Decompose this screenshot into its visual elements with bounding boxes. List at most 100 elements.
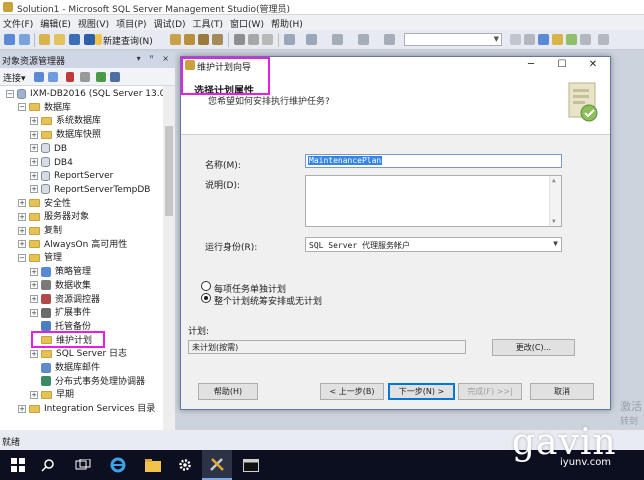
expand-icon[interactable]: + <box>30 308 38 317</box>
run-as-select[interactable]: SQL Server 代理服务帐户 ▼ <box>305 237 562 252</box>
expand-icon[interactable]: + <box>18 240 26 249</box>
expand-icon[interactable]: + <box>18 212 26 221</box>
menu-window[interactable]: 窗口(W) <box>227 15 268 30</box>
tree-node[interactable]: + DB <box>30 143 67 156</box>
description-scrollbar[interactable]: ▲ ▼ <box>549 176 561 226</box>
help-button[interactable]: 帮助(H) <box>198 383 258 400</box>
scrollbar-thumb[interactable] <box>165 126 173 216</box>
tree-node[interactable]: − IXM-DB2016 (SQL Server 13.0.4 <box>6 88 163 101</box>
tree-node[interactable]: + 复制 <box>18 225 62 238</box>
tree-node[interactable]: + 服务器对象 <box>18 211 89 224</box>
minimize-icon[interactable]: ─ <box>519 58 543 72</box>
menu-project[interactable]: 项目(P) <box>113 15 150 30</box>
collapse-icon[interactable]: − <box>18 253 26 262</box>
expand-icon[interactable]: + <box>30 349 38 358</box>
next-button[interactable]: 下一步(N) > <box>388 383 455 400</box>
taskbar-ie[interactable] <box>103 450 133 480</box>
expand-icon[interactable]: + <box>30 185 38 194</box>
tree-node[interactable]: + ReportServerTempDB <box>30 184 150 197</box>
expand-icon[interactable]: + <box>30 144 38 153</box>
menu-help[interactable]: 帮助(H) <box>268 15 307 30</box>
cut-icon[interactable] <box>234 34 245 45</box>
object-explorer-scrollbar[interactable] <box>163 86 175 430</box>
cancel-button[interactable]: 取消 <box>530 383 594 400</box>
close-icon[interactable]: ✕ <box>581 58 605 72</box>
back-button[interactable]: < 上一步(B) <box>320 383 384 400</box>
collapse-icon[interactable]: − <box>18 103 26 112</box>
expand-icon[interactable]: + <box>30 295 38 303</box>
plan-name-field[interactable]: MaintenancePlan <box>305 154 562 168</box>
connect-button[interactable]: 连接▾ <box>3 71 26 84</box>
menu-debug[interactable]: 调试(D) <box>151 15 190 30</box>
options-icon[interactable] <box>580 34 591 45</box>
open-folder-icon[interactable] <box>54 34 65 45</box>
menu-file[interactable]: 文件(F) <box>0 15 37 30</box>
navigate-icon[interactable] <box>332 34 343 45</box>
back-nav-icon[interactable] <box>4 34 15 45</box>
tree-node[interactable]: + 安全性 <box>18 198 71 211</box>
tree-node[interactable]: + SQL Server 日志 <box>30 348 127 361</box>
scroll-up-icon[interactable]: ▲ <box>552 177 556 184</box>
taskbar-file-explorer[interactable] <box>138 450 168 480</box>
tree-node[interactable]: + 数据库快照 <box>30 129 101 142</box>
collapse-icon[interactable]: − <box>6 89 14 98</box>
expand-icon[interactable]: + <box>30 267 38 276</box>
save-icon[interactable] <box>69 34 80 45</box>
forward-nav-icon[interactable] <box>19 34 30 45</box>
tree-node[interactable]: + 系统数据库 <box>30 115 101 128</box>
tree-node[interactable]: + 早期 <box>30 389 74 402</box>
panel-pin-close-icons[interactable]: ▾ ꟸ × <box>137 54 172 63</box>
xmla-query-icon[interactable] <box>212 34 223 45</box>
filter-icon[interactable] <box>80 72 90 82</box>
task-view-button[interactable] <box>68 450 98 480</box>
tree-node[interactable]: + 数据收集 <box>30 280 91 293</box>
expand-icon[interactable]: + <box>30 171 38 180</box>
scroll-down-icon[interactable]: ▼ <box>552 218 556 225</box>
menu-edit[interactable]: 编辑(E) <box>37 15 75 30</box>
redo-icon[interactable] <box>306 34 317 45</box>
db-query-icon[interactable] <box>170 34 181 45</box>
tree-node[interactable]: + 资源调控器 <box>30 294 100 307</box>
toolbox-icon[interactable] <box>552 34 563 45</box>
connect-db-icon[interactable] <box>48 72 58 82</box>
tree-node[interactable]: 分布式事务处理协调器 <box>30 376 145 389</box>
tree-node[interactable]: − 管理 <box>18 252 62 265</box>
expand-icon[interactable]: + <box>30 281 38 290</box>
expand-icon[interactable]: + <box>30 390 38 399</box>
find-icon[interactable] <box>510 34 521 45</box>
tree-node[interactable]: + 策略管理 <box>30 266 91 279</box>
solution-config-combo[interactable]: ▼ <box>404 33 502 46</box>
tree-node[interactable]: + DB4 <box>30 157 73 170</box>
expand-icon[interactable]: + <box>18 226 26 235</box>
copy-icon[interactable] <box>248 34 259 45</box>
properties-icon[interactable] <box>524 34 535 45</box>
toolbar-overflow-icon[interactable] <box>598 34 609 45</box>
tree-node[interactable]: + AlwaysOn 高可用性 <box>18 239 127 252</box>
disconnect-icon[interactable] <box>66 72 74 82</box>
menu-tools[interactable]: 工具(T) <box>190 15 228 30</box>
refresh-icon[interactable] <box>96 72 106 82</box>
start-button[interactable] <box>3 450 33 480</box>
radio-separate-schedules[interactable] <box>201 281 211 291</box>
description-field[interactable]: ▲ ▼ <box>305 175 562 227</box>
expand-icon[interactable]: + <box>30 116 38 125</box>
expand-icon[interactable]: + <box>30 130 38 139</box>
connect-object-icon[interactable] <box>34 72 44 82</box>
expand-icon[interactable]: + <box>18 404 26 413</box>
paste-icon[interactable] <box>262 34 273 45</box>
run-icon[interactable] <box>358 34 369 45</box>
template-icon[interactable] <box>566 34 577 45</box>
mdx-query-icon[interactable] <box>184 34 195 45</box>
tree-node[interactable]: + ReportServer <box>30 170 113 183</box>
tree-node[interactable]: + 扩展事件 <box>30 307 91 320</box>
dmx-query-icon[interactable] <box>198 34 209 45</box>
tree-node[interactable]: − 数据库 <box>18 102 71 115</box>
radio-single-schedule[interactable] <box>201 293 211 303</box>
taskbar-ssms[interactable] <box>202 450 232 480</box>
debug-icon[interactable] <box>384 34 395 45</box>
object-explorer-icon[interactable] <box>538 34 549 45</box>
new-query-icon[interactable] <box>95 34 102 45</box>
taskbar-settings[interactable] <box>170 450 200 480</box>
change-schedule-button[interactable]: 更改(C)... <box>492 339 575 356</box>
save-all-icon[interactable] <box>84 34 95 45</box>
